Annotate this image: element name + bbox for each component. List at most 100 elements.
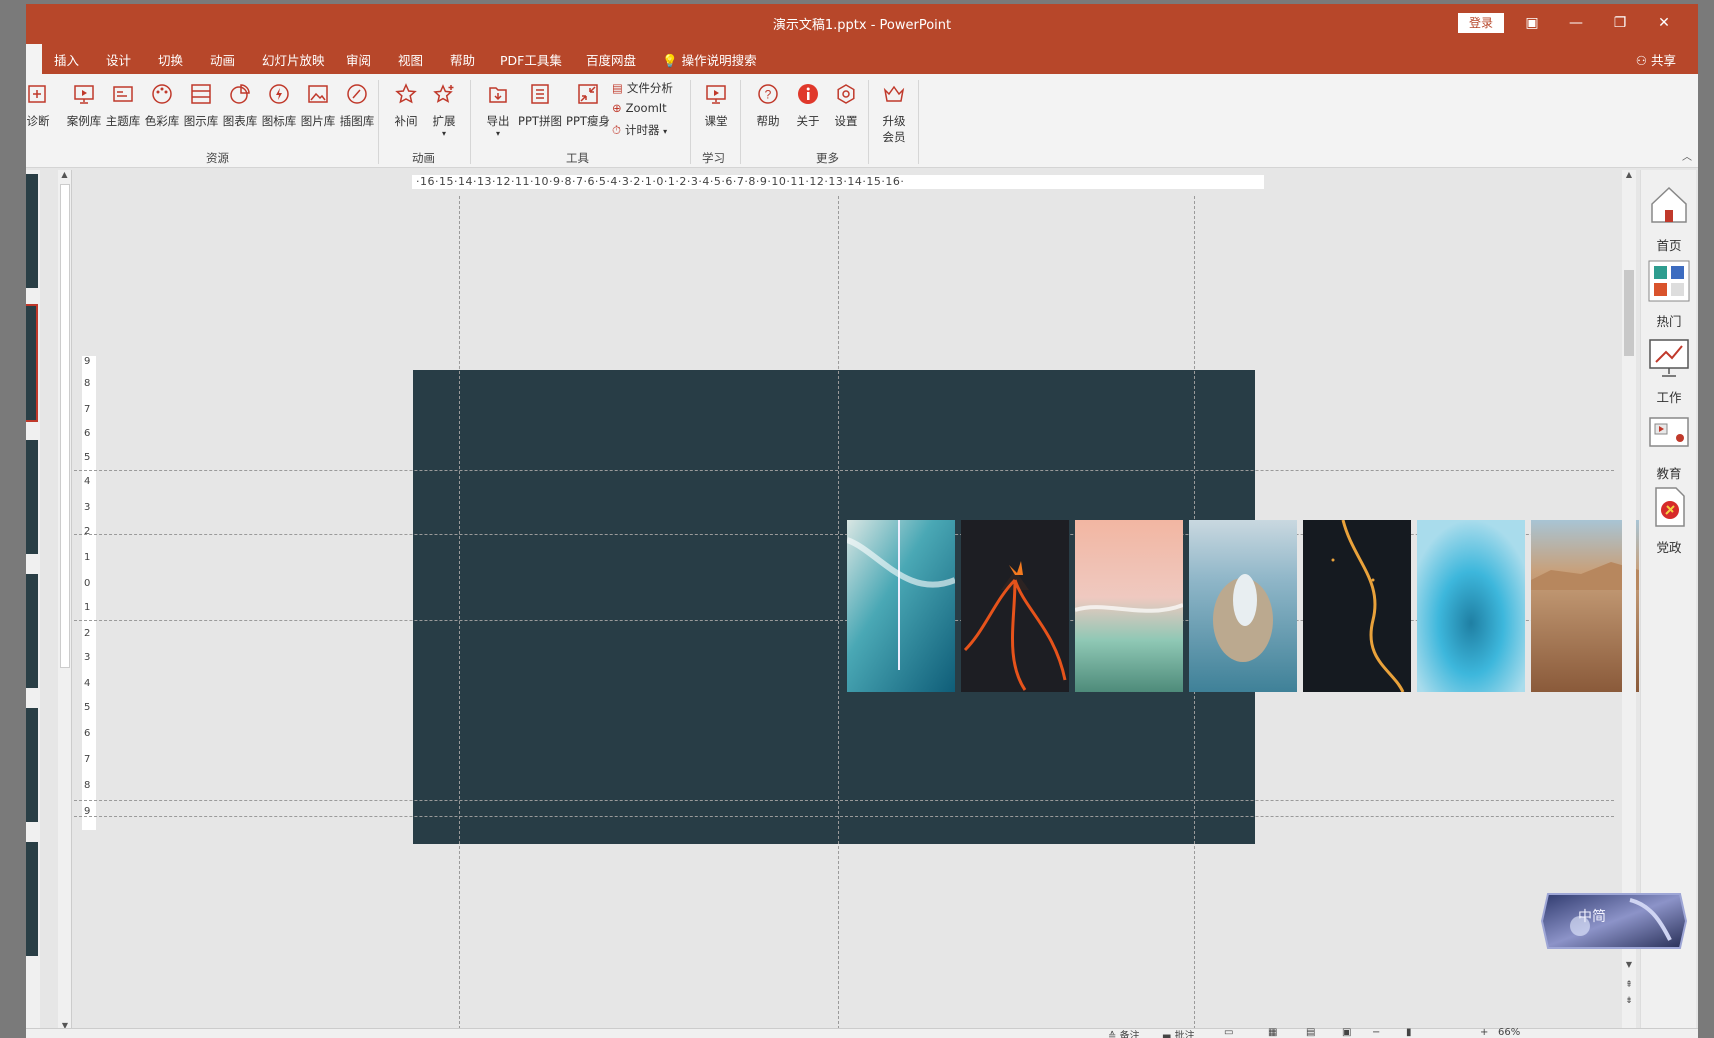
vertical-ruler: 9 8 7 6 5 4 3 2 1 0 1 2 3 4 5 6 7 8 9 (82, 356, 96, 830)
thumbnails-scrollbar[interactable]: ▲ ▼ (58, 170, 72, 1030)
photo-night-city-road[interactable] (1303, 520, 1411, 692)
guide-vertical[interactable] (459, 196, 460, 1034)
slide-thumbnail[interactable] (26, 708, 38, 822)
palette-icon (152, 84, 172, 104)
collapse-ribbon-icon[interactable]: ︿ (1682, 148, 1692, 163)
scroll-up-icon[interactable]: ▲ (1622, 170, 1636, 179)
tab-animations[interactable]: 动画 (210, 50, 235, 69)
normal-view-icon[interactable]: ▭ (1224, 1027, 1233, 1038)
scroll-thumb[interactable] (1624, 270, 1634, 356)
side-hot[interactable]: 热门 (1641, 260, 1697, 330)
tab-help[interactable]: 帮助 (450, 50, 475, 69)
tab-slideshow[interactable]: 幻灯片放映 (262, 50, 325, 69)
color-library-label: 色彩库 (144, 114, 180, 128)
extend-dropdown-icon: ▾ (441, 129, 446, 138)
tab-active-partial[interactable] (26, 44, 42, 74)
scroll-up-icon[interactable]: ▲ (58, 170, 71, 179)
login-button[interactable]: 登录 (1458, 13, 1504, 33)
zoom-level[interactable]: 66% (1498, 1027, 1520, 1038)
photo-pier-ocean[interactable] (847, 520, 955, 692)
export-icon (489, 87, 507, 103)
classroom-button[interactable]: 课堂 (694, 82, 738, 129)
ruler-tick: 1 (84, 552, 91, 563)
comments-label: 批注 (1174, 1031, 1195, 1038)
side-party-gov[interactable]: 党政 (1641, 486, 1697, 556)
photo-blue-ice-lake[interactable] (1417, 520, 1525, 692)
side-hot-label: 热门 (1656, 314, 1682, 329)
photo-volcano-lava[interactable] (961, 520, 1069, 692)
slide-thumbnail[interactable] (26, 174, 38, 288)
ruler-tick: 3 (84, 502, 91, 513)
group-separator (690, 80, 691, 164)
next-slide-icon[interactable]: ⇟ (1622, 996, 1636, 1006)
upgrade-member-button[interactable]: 升级 会员 (872, 82, 916, 145)
photo-pink-salt-lake[interactable] (1075, 520, 1183, 692)
guide-horizontal[interactable] (74, 816, 1614, 817)
tab-baidu-netdisk[interactable]: 百度网盘 (586, 50, 636, 69)
slide-thumbnail[interactable] (26, 574, 38, 688)
guide-vertical[interactable] (838, 196, 839, 1034)
guide-horizontal[interactable] (74, 800, 1614, 801)
icon-library-button[interactable]: 图标库 (257, 82, 301, 129)
side-home[interactable]: 首页 (1641, 184, 1697, 254)
ppt-collage-button[interactable]: PPT拼图 (516, 82, 564, 129)
scroll-thumb[interactable] (60, 184, 70, 668)
theme-library-button[interactable]: 主题库 (101, 82, 145, 129)
tab-view[interactable]: 视图 (398, 50, 423, 69)
previous-slide-icon[interactable]: ⇞ (1622, 980, 1636, 990)
slide-thumbnail[interactable] (26, 440, 38, 554)
export-button[interactable]: 导出 ▾ (476, 82, 520, 138)
chart-library-button[interactable]: 图表库 (218, 82, 262, 129)
photo-island-building[interactable] (1189, 520, 1297, 692)
ribbon-display-icon[interactable]: ▣ (1520, 12, 1544, 34)
zoom-out-icon[interactable]: − (1372, 1027, 1380, 1038)
file-analysis-button[interactable]: ▤ 文件分析 (612, 80, 673, 96)
ruler-tick: 4 (84, 476, 91, 487)
color-library-button[interactable]: 色彩库 (140, 82, 184, 129)
diagnose-button[interactable]: 诊断 (26, 82, 60, 129)
side-education[interactable]: 教育 (1641, 412, 1697, 482)
timer-button[interactable]: ⏱ 计时器 ▾ (612, 122, 667, 138)
tab-insert[interactable]: 插入 (54, 50, 79, 69)
ribbon: 诊断 案例库 主题库 色彩库 图示库 图表库 图标库 图片库 插图库 资源 补间… (26, 74, 1698, 168)
help-button[interactable]: ? 帮助 (746, 82, 790, 129)
tab-design[interactable]: 设计 (106, 50, 131, 69)
zoom-slider[interactable]: ▮ (1406, 1027, 1412, 1038)
zoom-in-icon[interactable]: + (1480, 1027, 1488, 1038)
close-icon[interactable]: ✕ (1652, 12, 1676, 34)
ppt-slim-button[interactable]: PPT瘦身 (564, 82, 612, 129)
slideshow-view-icon[interactable]: ▣ (1342, 1027, 1351, 1038)
side-work-label: 工作 (1656, 390, 1682, 405)
settings-label: 设置 (834, 114, 858, 128)
guide-horizontal[interactable] (74, 470, 1614, 471)
tell-me-search[interactable]: 💡 操作说明搜索 (662, 50, 757, 69)
illustration-library-button[interactable]: 插图库 (335, 82, 379, 129)
scroll-down-icon[interactable]: ▼ (1622, 960, 1636, 969)
group-label-tools: 工具 (566, 151, 589, 165)
share-button[interactable]: ⚇ 共享 (1636, 50, 1676, 69)
restore-icon[interactable]: ❐ (1608, 12, 1632, 34)
image-library-button[interactable]: 图片库 (296, 82, 340, 129)
horizontal-ruler: ·16·15·14·13·12·11·10·9·8·7·6·5·4·3·2·1·… (412, 175, 1264, 189)
settings-button[interactable]: 设置 (824, 82, 868, 129)
diagram-library-button[interactable]: 图示库 (179, 82, 223, 129)
ruler-tick: 7 (84, 404, 91, 415)
slide-editing-canvas[interactable]: ·16·15·14·13·12·11·10·9·8·7·6·5·4·3·2·1·… (74, 170, 1639, 1034)
comments-button[interactable]: ▬ 批注 (1162, 1027, 1195, 1038)
diagram-icon (191, 84, 211, 104)
side-work[interactable]: 工作 (1641, 336, 1697, 406)
tab-pdf-tools[interactable]: PDF工具集 (500, 50, 562, 69)
case-library-button[interactable]: 案例库 (62, 82, 106, 129)
slide-thumbnail-selected[interactable] (26, 304, 38, 422)
minimize-icon[interactable]: — (1564, 12, 1588, 34)
slide-sorter-icon[interactable]: ▦ (1268, 1027, 1277, 1038)
tab-review[interactable]: 审阅 (346, 50, 371, 69)
tab-transitions[interactable]: 切换 (158, 50, 183, 69)
group-label-resources: 资源 (206, 151, 229, 165)
slide-thumbnail[interactable] (26, 842, 38, 956)
zoomit-button[interactable]: ⊕ ZoomIt (612, 101, 667, 115)
notes-button[interactable]: ≙ 备注 (1108, 1027, 1140, 1038)
floating-ime-badge[interactable] (1540, 890, 1688, 952)
extend-button[interactable]: 扩展 ▾ (422, 82, 466, 138)
reading-view-icon[interactable]: ▤ (1306, 1027, 1315, 1038)
